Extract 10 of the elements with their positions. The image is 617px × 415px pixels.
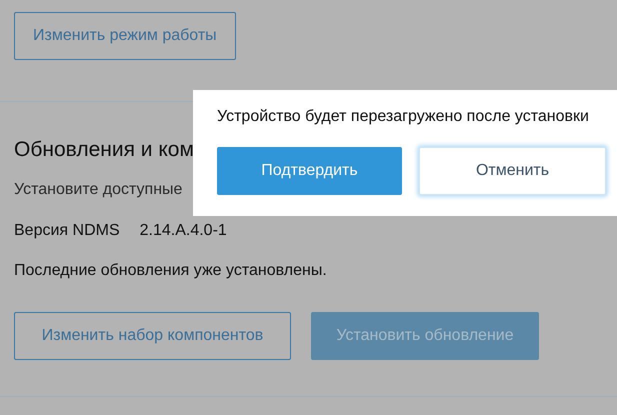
- confirm-button[interactable]: Подтвердить: [217, 147, 402, 195]
- version-label: Версия NDMS: [14, 222, 120, 240]
- update-status: Последние обновления уже установлены.: [14, 262, 328, 280]
- change-mode-button[interactable]: Изменить режим работы: [14, 12, 236, 60]
- change-components-button[interactable]: Изменить набор компонентов: [14, 312, 291, 360]
- section-description: Установите доступные: [14, 181, 184, 199]
- version-value: 2.14.A.4.0-1: [140, 222, 227, 240]
- section-heading: Обновления и ком: [14, 138, 195, 162]
- cancel-button[interactable]: Отменить: [419, 147, 606, 195]
- dialog-message: Устройство будет перезагружено после установки: [217, 108, 590, 126]
